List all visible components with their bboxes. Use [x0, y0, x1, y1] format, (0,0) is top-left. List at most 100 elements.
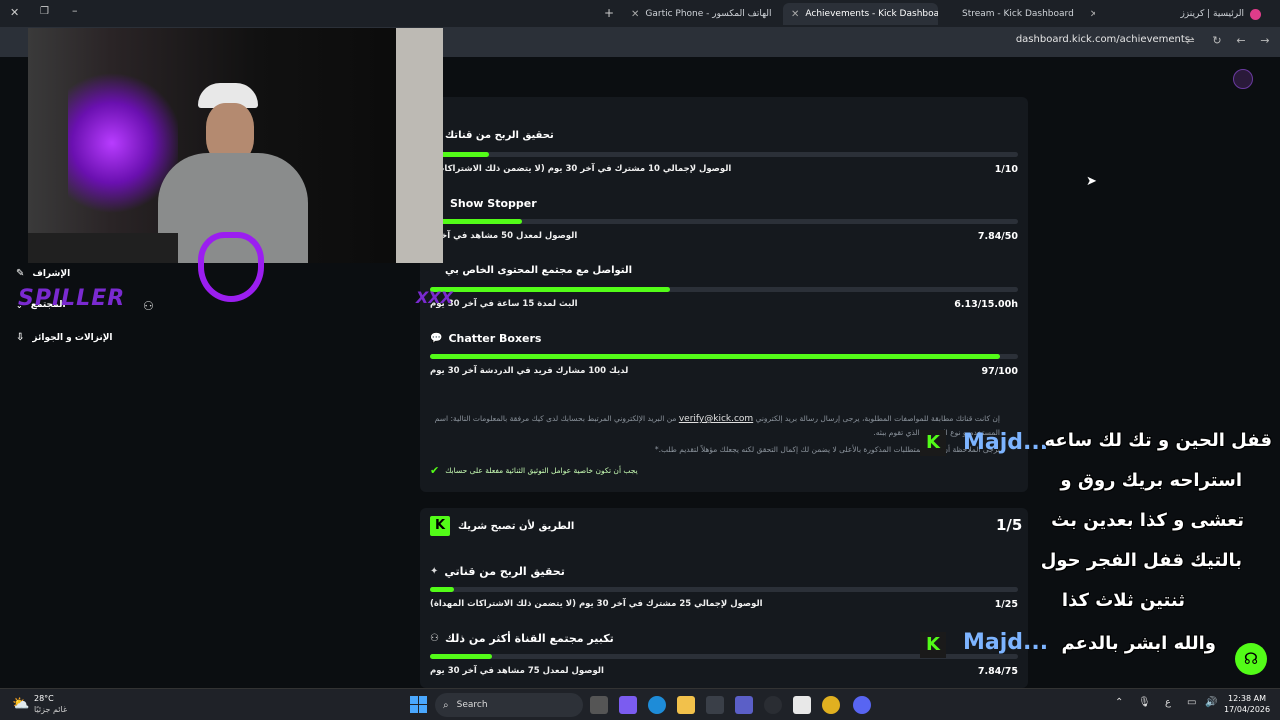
close-tab-icon[interactable]: ✕ — [1090, 9, 1095, 20]
streamer-logo — [198, 232, 264, 302]
kick-logo-icon: K — [430, 516, 450, 536]
weather-icon: ⛅ — [12, 696, 30, 712]
chevron-up-icon[interactable]: ⌃ — [1115, 697, 1123, 708]
back-icon[interactable]: ← — [1233, 33, 1249, 49]
forward-icon[interactable]: → — [1257, 33, 1273, 49]
tab-label: الرئيسية | كرينزز — [1180, 9, 1244, 19]
chat-message-line: ثنتين ثلاث كذا — [1061, 590, 1185, 611]
achievement-value: 1/25 — [994, 599, 1018, 610]
help-support-button[interactable]: ☊ — [1235, 643, 1267, 675]
weather-desc: غائم جزئيًا — [34, 705, 68, 714]
sidebar-item-moderation[interactable]: ✎ الإشراف — [16, 268, 70, 279]
progress-fill — [430, 354, 1001, 359]
chat-message-line: استراحه بريك روق و — [1060, 470, 1242, 491]
sparkle-icon: ✦ — [430, 566, 439, 577]
webcam-door — [396, 28, 443, 263]
achievement-item: التواصل مع مجتمع المحتوى الخاص بي البث ل… — [430, 265, 1018, 331]
verify-email-link[interactable]: verify@kick.com — [679, 414, 753, 424]
new-tab-button[interactable]: + — [604, 6, 614, 20]
progress-fill — [430, 587, 454, 592]
achievement-title: ✦ تحقيق الربح من قناتي — [430, 565, 565, 578]
drops-icon: ⇩ — [16, 332, 25, 343]
partner-path-count: 1/5 — [996, 516, 1023, 534]
user-avatar[interactable] — [1233, 69, 1253, 89]
reload-icon[interactable]: ↻ — [1209, 33, 1225, 49]
sidebar-item-label: الإنزالات و الجوائز — [32, 332, 113, 343]
desk — [28, 233, 178, 263]
progress-bar — [430, 354, 1018, 359]
add-user-icon[interactable]: ⚇ — [143, 299, 154, 313]
store-icon[interactable] — [706, 696, 724, 714]
tab-home[interactable]: الرئيسية | كرينزز — [1120, 3, 1275, 25]
partner-path-title: الطريق لأن تصبح شريك — [458, 520, 575, 532]
taskbar-search[interactable]: ⌕ Search — [435, 693, 583, 717]
streamer-name: SPILLER — [18, 286, 126, 311]
achievement-desc: الوصول لمعدل 50 مشاهد في آخر ا — [430, 231, 578, 241]
github-icon[interactable] — [764, 696, 782, 714]
achievement-item: تحقيق الربح من قناتك الوصول لإجمالي 10 م… — [430, 130, 1018, 196]
edge-icon[interactable] — [648, 696, 666, 714]
achievement-title-text: تحقيق الربح من قناتي — [444, 565, 565, 578]
progress-fill — [430, 654, 492, 659]
checkmark-icon: ✔ — [430, 464, 440, 477]
clock-time[interactable]: 12:38 AM — [1228, 694, 1266, 703]
microphone-icon[interactable]: 🎙 — [1138, 697, 1151, 708]
network-icon[interactable]: ▭ — [1187, 697, 1196, 708]
close-window-icon[interactable]: ✕ — [10, 6, 19, 19]
mouse-cursor-icon: ➤ — [1086, 174, 1097, 189]
verification-note-2: يرجى الملاحظة أن تلبية المتطلبات المذكور… — [654, 445, 1000, 454]
achievement-desc: الوصول لمعدل 75 مشاهد في آخر 30 يوم — [430, 666, 604, 676]
tab-gartic-phone[interactable]: ✕ Gartic Phone - الهاتف المكسور — [623, 3, 783, 25]
windows-start-icon[interactable] — [410, 696, 427, 713]
webcam-overlay — [28, 28, 443, 263]
teams-icon[interactable] — [735, 696, 753, 714]
progress-bar — [430, 587, 1018, 592]
achievement-desc: الوصول لإجمالي 10 مشترك في آخر 30 يوم (ل… — [430, 164, 732, 174]
tab-label: Achievements - Kick Dashboard — [805, 9, 938, 19]
address-bar[interactable]: dashboard.kick.com/achievements — [1016, 34, 1190, 45]
tab-achievements[interactable]: ✕ Achievements - Kick Dashboard — [783, 3, 938, 25]
restore-window-icon[interactable]: ❐ — [40, 6, 49, 17]
achievement-value: 6.13/15.00h — [954, 299, 1018, 310]
site-settings-icon[interactable]: ⇌ — [1182, 33, 1198, 49]
chat-username: Majd... — [963, 430, 1049, 455]
task-view-icon[interactable] — [590, 696, 608, 714]
file-explorer-icon[interactable] — [677, 696, 695, 714]
search-label: Search — [456, 700, 488, 710]
kick-badge-icon: K — [920, 632, 946, 658]
copilot-icon[interactable] — [619, 696, 637, 714]
progress-fill — [430, 287, 671, 292]
discord-icon[interactable] — [853, 696, 871, 714]
language-indicator[interactable]: ع — [1165, 697, 1171, 708]
community-icon: ⚇ — [430, 633, 439, 644]
verification-note: إن كانت قناتك مطابقة للمواصفات المطلوبة،… — [430, 412, 1000, 440]
achievement-value: 97/100 — [981, 366, 1018, 377]
achievement-item: 💬 Chatter Boxers لديك 100 مشارك فريد في … — [430, 332, 1018, 398]
close-tab-icon[interactable]: ✕ — [791, 9, 799, 20]
achievement-value: 1/10 — [994, 164, 1018, 175]
volume-icon[interactable]: 🔊 — [1205, 697, 1217, 708]
progress-bar — [430, 152, 1018, 157]
achievement-title-text: تكبير مجتمع القناة أكثر من ذلك — [444, 632, 614, 645]
browser-tab-bar: ✕ ❐ – + ✕ Gartic Phone - الهاتف المكسور … — [0, 0, 1280, 27]
chat-message-line: قفل الحين و تك لك ساعه — [1044, 430, 1273, 451]
windows-taskbar: ⛅ 28°C غائم جزئيًا ⌕ Search ⌃ 🎙 ع ▭ 🔊 12… — [0, 688, 1280, 720]
sidebar-item-drops[interactable]: ⇩ الإنزالات و الجوائز — [16, 332, 113, 343]
tab-stream[interactable]: Stream - Kick Dashboard ✕ — [940, 3, 1095, 25]
app-icon[interactable] — [793, 696, 811, 714]
achievement-title-text: Chatter Boxers — [448, 332, 542, 345]
two-factor-requirement: ✔ يجب أن تكون خاصية عوامل التوثيق الثنائ… — [430, 464, 1000, 478]
minimize-window-icon[interactable]: – — [72, 4, 78, 17]
kick-badge-icon: K — [920, 430, 946, 456]
chat-message-line: والله ابشر بالدعم — [1061, 633, 1216, 654]
achievement-title: تحقيق الربح من قناتك — [445, 130, 554, 141]
achievement-title: 💬 Chatter Boxers — [430, 332, 541, 345]
achievement-item: ✦ تحقيق الربح من قناتي الوصول لإجمالي 25… — [430, 565, 1018, 631]
chat-message-line: تعشى و كذا بعدين بث — [1051, 510, 1244, 531]
chrome-icon[interactable] — [822, 696, 840, 714]
clock-date[interactable]: 17/04/2026 — [1224, 705, 1270, 714]
tab-label: Stream - Kick Dashboard — [962, 9, 1074, 19]
achievement-title: ⚇ تكبير مجتمع القناة أكثر من ذلك — [430, 632, 614, 645]
requirement-text: يجب أن تكون خاصية عوامل التوثيق الثنائية… — [445, 466, 638, 475]
close-tab-icon[interactable]: ✕ — [631, 9, 639, 20]
